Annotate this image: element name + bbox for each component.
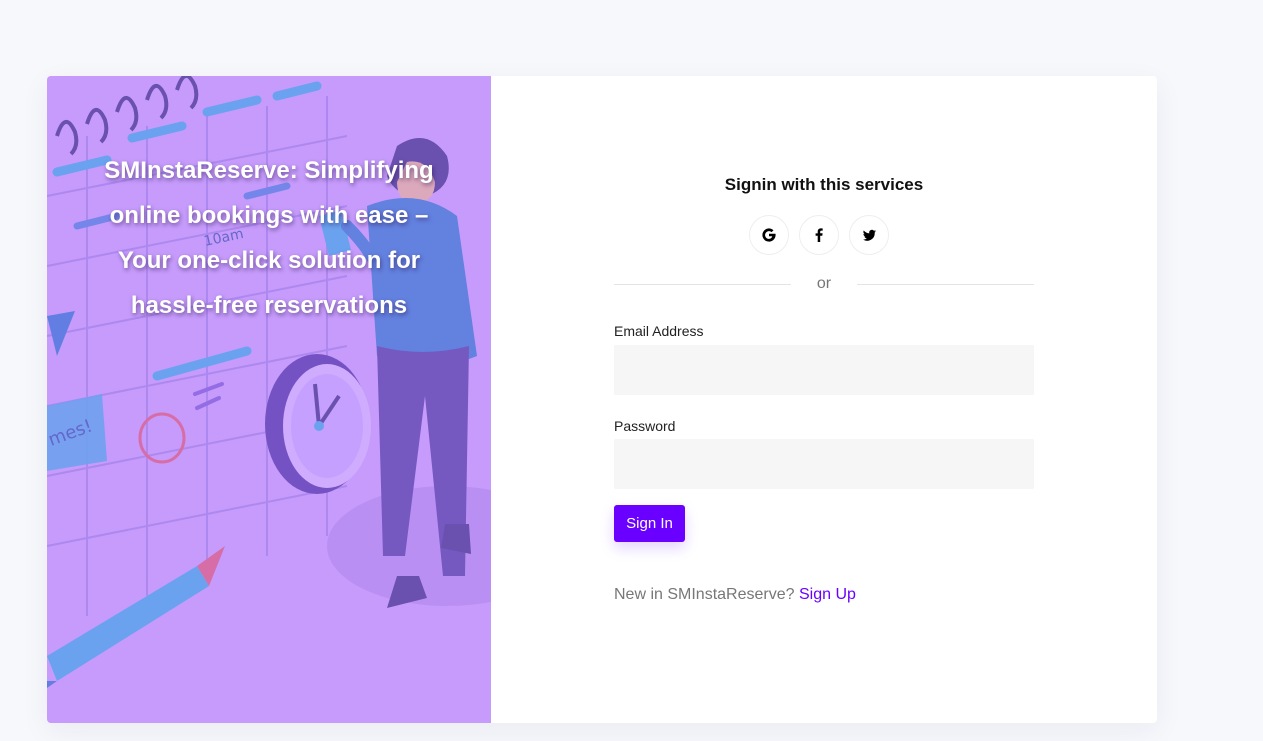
sign-in-button[interactable]: Sign In: [614, 505, 685, 542]
twitter-icon: [862, 229, 876, 241]
hero-panel: mes! 10am SMInstaReserve: Simplifying on…: [47, 76, 491, 723]
google-icon: [762, 228, 776, 242]
password-field[interactable]: [614, 439, 1034, 489]
signin-services-title: Signin with this services: [724, 175, 924, 194]
google-signin-button[interactable]: [749, 215, 789, 255]
login-card: mes! 10am SMInstaReserve: Simplifying on…: [47, 76, 1157, 723]
divider-text: or: [816, 275, 832, 292]
facebook-icon: [815, 228, 823, 242]
hero-tagline: SMInstaReserve: Simplifying online booki…: [104, 157, 434, 319]
email-field[interactable]: [614, 345, 1034, 395]
facebook-signin-button[interactable]: [799, 215, 839, 255]
email-label: Email Address: [614, 323, 704, 339]
social-login-row: [749, 215, 889, 255]
or-divider: or: [614, 275, 1035, 293]
divider-line-left: [614, 283, 791, 285]
password-label: Password: [614, 418, 676, 434]
divider-line-right: [857, 283, 1035, 285]
sign-up-link[interactable]: Sign Up: [799, 586, 856, 603]
signup-prompt: New in SMInstaReserve? Sign Up: [614, 586, 856, 604]
signin-form-pane: Signin with this services or Email Addre…: [491, 76, 1157, 723]
twitter-signin-button[interactable]: [849, 215, 889, 255]
signup-prompt-text: New in SMInstaReserve?: [614, 586, 795, 603]
